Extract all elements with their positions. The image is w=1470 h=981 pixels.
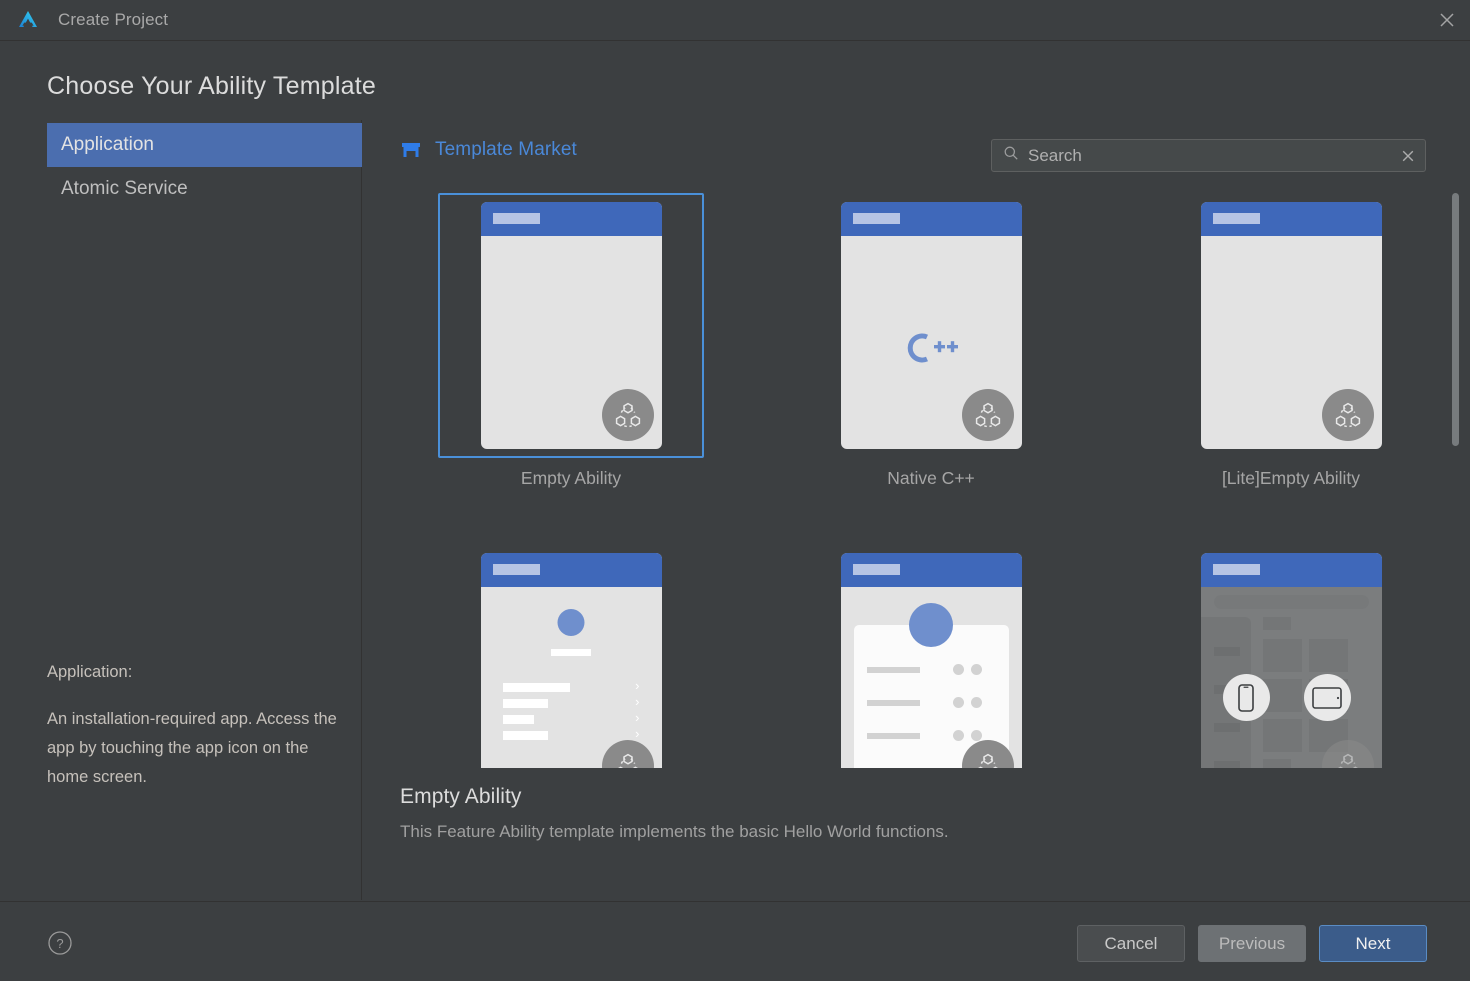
template-card[interactable]: [Lite]Empty Ability: [1111, 193, 1441, 489]
preview-dot: [952, 697, 964, 708]
harmony-badge-icon: [601, 389, 654, 441]
preview-list-row: [502, 683, 570, 692]
preview-list-row: [866, 667, 920, 673]
preview-list-row: [502, 731, 548, 740]
preview-name-bar: [551, 649, 591, 656]
preview-appbar: [480, 553, 662, 587]
sidebar-item-label: Atomic Service: [61, 178, 188, 199]
preview-body: [481, 236, 662, 449]
template-preview: › › › ›: [480, 553, 662, 768]
preview-avatar: [557, 609, 585, 636]
close-icon: [1402, 150, 1414, 161]
chevron-right-icon: ›: [635, 694, 640, 709]
sidebar-description-body: An installation-required app. Access the…: [47, 710, 337, 786]
preview-dot: [952, 664, 964, 675]
shop-icon: [400, 139, 422, 161]
help-button[interactable]: ?: [46, 929, 74, 957]
preview-appbar: [840, 202, 1022, 236]
template-card[interactable]: Native C++: [751, 193, 1111, 489]
preview-list-row: [502, 699, 548, 708]
harmony-badge-icon: [961, 389, 1014, 441]
template-preview: [1200, 202, 1382, 449]
template-thumbnail-settings-list[interactable]: › › › ›: [438, 544, 704, 768]
chevron-right-icon: ›: [635, 710, 640, 725]
harmony-badge-icon: [1321, 389, 1374, 441]
template-thumbnail-empty-ability[interactable]: [438, 193, 704, 458]
window-title: Create Project: [58, 10, 169, 29]
preview-avatar: [909, 603, 953, 647]
selection-title: Empty Ability: [400, 785, 522, 808]
preview-dot: [970, 730, 982, 741]
template-preview: [840, 553, 1022, 768]
sidebar-item-application[interactable]: Application: [47, 123, 362, 167]
preview-body: [841, 236, 1022, 449]
preview-list-row: [866, 733, 920, 739]
search-box[interactable]: [991, 139, 1426, 172]
page-title: Choose Your Ability Template: [47, 72, 376, 100]
close-icon: [1440, 13, 1454, 27]
template-thumbnail-lite-empty-ability[interactable]: [1158, 193, 1424, 458]
sidebar-item-atomic-service[interactable]: Atomic Service: [47, 167, 362, 211]
preview-list-row: [502, 715, 534, 724]
preview-body: › › › ›: [481, 587, 662, 768]
template-thumbnail-native-cpp[interactable]: [798, 193, 1064, 458]
template-card-label: [Lite]Empty Ability: [1221, 468, 1361, 488]
template-preview: [480, 202, 662, 449]
sidebar-item-label: Application: [61, 134, 154, 155]
harmony-badge-icon: [601, 740, 654, 768]
dialog-footer: ? Cancel Previous Next: [0, 901, 1470, 981]
help-circle-icon: ?: [48, 931, 72, 955]
template-preview: [1200, 553, 1382, 768]
next-button[interactable]: Next: [1319, 925, 1427, 962]
title-bar: Create Project: [0, 0, 1470, 41]
cancel-button[interactable]: Cancel: [1077, 925, 1185, 962]
template-grid-scrollbar[interactable]: [1451, 193, 1460, 768]
template-grid: Empty Ability Native C++ [Lite]Empty Abi…: [391, 193, 1441, 768]
preview-dot: [952, 730, 964, 741]
scrollbar-thumb[interactable]: [1452, 193, 1459, 446]
template-thumbnail-card-list[interactable]: [798, 544, 1064, 768]
preview-dot: [970, 664, 982, 675]
template-card[interactable]: [1111, 544, 1441, 768]
template-card-label: Native C++: [887, 468, 975, 488]
selection-body: This Feature Ability template implements…: [400, 822, 949, 841]
ability-type-list: Application Atomic Service: [47, 123, 362, 211]
deveco-logo-icon: [14, 6, 42, 34]
preview-appbar: [840, 553, 1022, 587]
left-panel: Application Atomic Service Application: …: [0, 120, 362, 900]
tablet-device-icon: [1303, 674, 1351, 721]
preview-body: [1200, 587, 1382, 768]
template-card[interactable]: › › › ›: [391, 544, 751, 768]
close-button[interactable]: [1424, 0, 1470, 40]
sidebar-description-lead: Application:: [47, 663, 133, 681]
template-card-label: Empty Ability: [520, 468, 622, 488]
preview-list-row: [866, 700, 920, 706]
search-clear-button[interactable]: [1391, 140, 1425, 171]
template-market-label: Template Market: [435, 139, 577, 160]
preview-body: [841, 587, 1022, 768]
preview-body: [1201, 236, 1382, 449]
svg-text:?: ?: [56, 936, 63, 951]
cpp-logo-icon: [841, 331, 1022, 370]
preview-appbar: [1200, 202, 1382, 236]
template-preview: [840, 202, 1022, 449]
right-panel: Template Market Search Empty Ability Nat…: [363, 120, 1470, 900]
phone-device-icon: [1222, 674, 1270, 721]
search-icon: [1003, 145, 1019, 166]
previous-button[interactable]: Previous: [1198, 925, 1306, 962]
search-input[interactable]: [1028, 145, 1391, 166]
template-market-link[interactable]: Template Market: [400, 139, 577, 161]
footer-button-row: Cancel Previous Next: [1077, 925, 1427, 962]
chevron-right-icon: ›: [635, 678, 640, 693]
template-card[interactable]: Empty Ability: [391, 193, 751, 489]
template-card[interactable]: [751, 544, 1111, 768]
template-thumbnail-device-picker[interactable]: [1158, 544, 1424, 768]
selection-description: Empty Ability This Feature Ability templ…: [400, 785, 1420, 842]
chevron-right-icon: ›: [635, 726, 640, 741]
sidebar-description: Application: An installation-required ap…: [47, 658, 347, 792]
preview-dot: [970, 697, 982, 708]
preview-appbar: [1200, 553, 1382, 587]
preview-appbar: [480, 202, 662, 236]
